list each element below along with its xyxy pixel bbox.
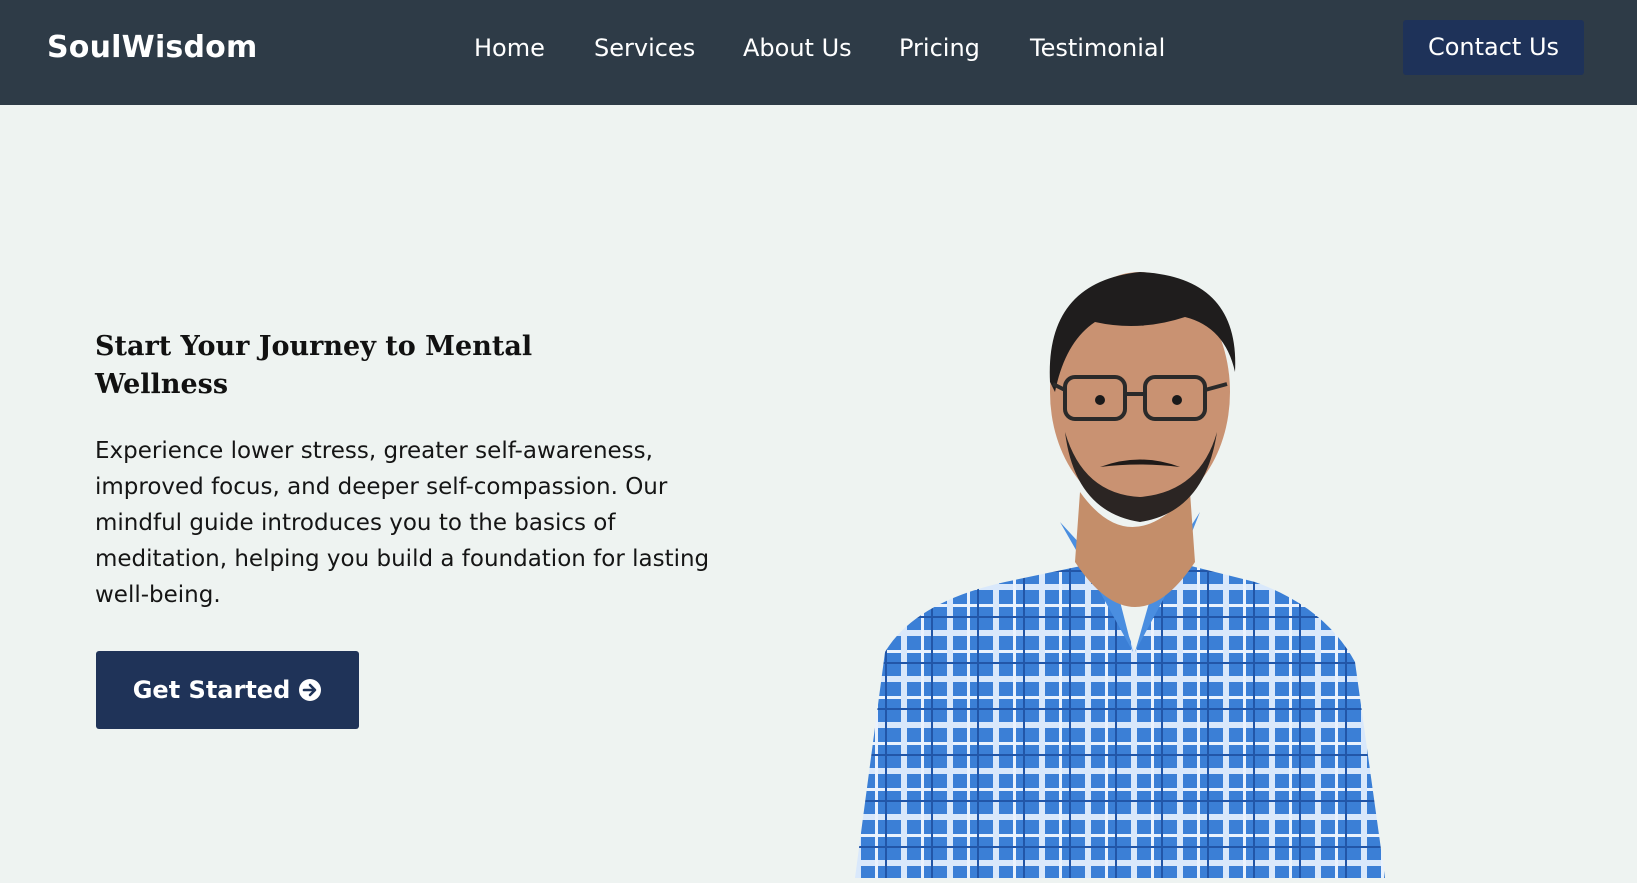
get-started-button[interactable]: Get Started xyxy=(96,651,359,729)
nav-link-about-us[interactable]: About Us xyxy=(743,30,852,66)
hero-title: Start Your Journey to Mental Wellness xyxy=(95,331,533,401)
nav-link-services[interactable]: Services xyxy=(594,30,695,66)
arrow-right-circle-icon xyxy=(298,678,322,702)
top-navbar: SoulWisdom Home Services About Us Pricin… xyxy=(0,0,1637,105)
get-started-label: Get Started xyxy=(132,676,291,704)
main-nav: Home Services About Us Pricing Testimoni… xyxy=(0,30,1637,70)
hero-description: Experience lower stress, greater self-aw… xyxy=(95,438,710,608)
contact-us-button[interactable]: Contact Us xyxy=(1403,20,1584,75)
nav-link-pricing[interactable]: Pricing xyxy=(899,30,980,66)
hero-person-image xyxy=(855,262,1415,878)
nav-link-testimonial[interactable]: Testimonial xyxy=(1030,30,1165,66)
nav-link-home[interactable]: Home xyxy=(474,30,545,66)
